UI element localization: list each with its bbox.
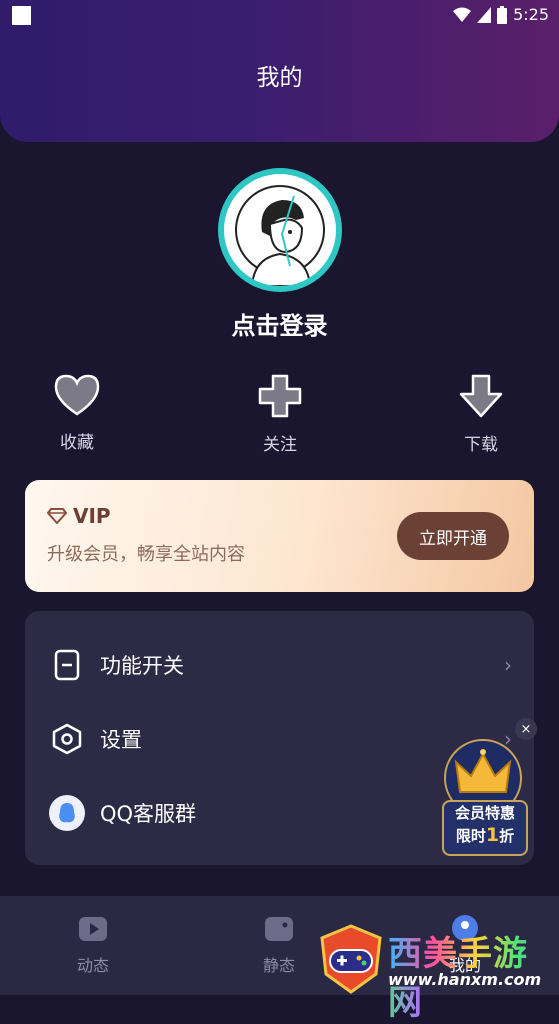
status-bar: 5:25 — [0, 0, 559, 32]
notification-icon — [12, 6, 31, 25]
image-icon — [265, 917, 293, 941]
menu-item-label: 功能开关 — [100, 654, 184, 678]
promo-line2: 限时1折 — [455, 824, 515, 846]
status-icons: 5:25 — [453, 5, 549, 24]
favorites-button[interactable]: 收藏 — [27, 374, 127, 453]
toggle-icon — [54, 649, 80, 681]
wifi-icon — [453, 7, 472, 22]
vip-title-text: VIP — [73, 504, 111, 528]
status-time: 5:25 — [513, 5, 549, 24]
heart-icon — [54, 374, 100, 416]
vip-promo-badge[interactable]: 会员特惠 限时1折 — [438, 738, 528, 856]
diamond-icon — [47, 508, 67, 524]
watermark: 西美手游网 www.hanxm.com — [318, 924, 559, 1023]
battery-icon — [497, 5, 508, 24]
tab-static[interactable]: 静态 — [229, 914, 329, 976]
settings-hexagon-icon — [52, 723, 82, 755]
follow-button[interactable]: 关注 — [230, 374, 330, 455]
avatar[interactable] — [218, 168, 342, 292]
vip-subtitle: 升级会员，畅享全站内容 — [47, 544, 245, 565]
follow-label: 关注 — [263, 435, 297, 455]
tab-label: 静态 — [262, 956, 295, 975]
chevron-right-icon: › — [504, 653, 512, 677]
qq-penguin-icon — [59, 803, 75, 823]
promo-text: 会员特惠 限时1折 — [442, 800, 528, 856]
play-icon — [79, 917, 107, 941]
download-label: 下载 — [464, 435, 498, 455]
vip-title: VIP — [47, 504, 111, 528]
download-button[interactable]: 下载 — [431, 374, 531, 455]
user-avatar-icon — [235, 185, 325, 286]
vip-activate-button[interactable]: 立即开通 — [397, 512, 509, 560]
tab-label: 动态 — [76, 956, 109, 975]
tab-dynamic[interactable]: 动态 — [43, 914, 143, 976]
plus-icon — [258, 374, 302, 418]
menu-item-label: QQ客服群 — [100, 802, 197, 826]
vip-card[interactable]: VIP 升级会员，畅享全站内容 立即开通 — [25, 480, 534, 592]
promo-line1: 会员特惠 — [454, 804, 515, 822]
page-title: 我的 — [256, 65, 303, 91]
favorites-label: 收藏 — [60, 433, 94, 453]
menu-item-label: 设置 — [100, 728, 142, 752]
download-icon — [459, 374, 503, 418]
menu-item-feature-toggle[interactable]: 功能开关 › — [25, 635, 534, 695]
gamepad-logo-icon — [320, 924, 382, 994]
promo-close-button[interactable]: × — [515, 718, 537, 740]
login-link[interactable]: 点击登录 — [0, 306, 559, 341]
watermark-url: www.hanxm.com — [388, 970, 542, 989]
signal-icon — [477, 6, 492, 23]
